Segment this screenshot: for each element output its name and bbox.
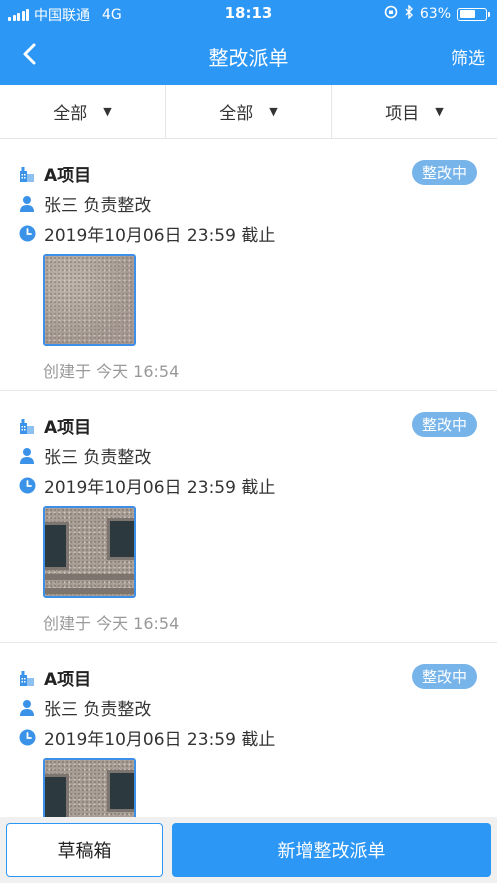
filter-button[interactable]: 筛选	[451, 44, 485, 69]
filter-label: 全部	[53, 104, 88, 124]
battery-icon	[457, 7, 490, 21]
building-facade-image	[45, 760, 134, 817]
status-badge: 整改中	[411, 664, 477, 689]
battery-percent: 63%	[419, 6, 451, 22]
order-list: A项目 整改中 张三 负责整改 2019年10月06日 23:59 截止 创建于…	[0, 139, 497, 817]
project-building-icon	[18, 417, 36, 435]
page-title: 整改派单	[208, 46, 289, 70]
project-name: A项目	[44, 670, 92, 690]
app-header: 中国联通 4G 18:13 63% 整改派单 筛选	[0, 0, 497, 85]
person-icon	[18, 447, 36, 465]
project-name: A项目	[44, 418, 92, 438]
deadline-text: 2019年10月06日 23:59 截止	[44, 478, 276, 498]
nav-bar: 整改派单 筛选	[0, 28, 497, 85]
project-building-icon	[18, 165, 36, 183]
project-name: A项目	[44, 166, 92, 186]
caret-down-icon: ▼	[435, 105, 444, 118]
clock-icon	[18, 477, 36, 495]
caret-down-icon: ▼	[269, 105, 278, 118]
filter-label: 项目	[385, 104, 420, 124]
order-card[interactable]: A项目 整改中 张三 负责整改 2019年10月06日 23:59 截止	[0, 643, 497, 817]
responsible-text: 张三 负责整改	[44, 448, 152, 468]
issue-photo-thumbnail[interactable]	[43, 506, 136, 598]
order-card[interactable]: A项目 整改中 张三 负责整改 2019年10月06日 23:59 截止 创建于…	[0, 391, 497, 643]
caret-down-icon: ▼	[103, 105, 112, 118]
status-badge: 整改中	[411, 412, 477, 437]
issue-photo-thumbnail[interactable]	[43, 254, 136, 346]
filter-dropdown-project[interactable]: 项目 ▼	[332, 85, 497, 138]
building-facade-image	[45, 508, 134, 596]
responsible-text: 张三 负责整改	[44, 700, 152, 720]
bluetooth-icon	[404, 4, 414, 23]
new-order-button[interactable]: 新增整改派单	[172, 823, 491, 877]
filter-dropdown-1[interactable]: 全部 ▼	[0, 85, 166, 138]
wall-texture-image	[45, 256, 134, 344]
status-badge: 整改中	[411, 160, 477, 185]
status-bar: 中国联通 4G 18:13 63%	[0, 0, 497, 28]
deadline-text: 2019年10月06日 23:59 截止	[44, 730, 276, 750]
issue-photo-thumbnail[interactable]	[43, 758, 136, 817]
filter-label: 全部	[219, 104, 254, 124]
clock-icon	[18, 225, 36, 243]
person-icon	[18, 195, 36, 213]
clock-icon	[18, 729, 36, 747]
created-time: 创建于 今天 16:54	[43, 614, 180, 633]
filter-dropdown-2[interactable]: 全部 ▼	[166, 85, 332, 138]
project-building-icon	[18, 669, 36, 687]
created-time: 创建于 今天 16:54	[43, 362, 180, 381]
deadline-text: 2019年10月06日 23:59 截止	[44, 226, 276, 246]
bottom-action-bar: 草稿箱 新增整改派单	[0, 817, 497, 883]
filter-bar: 全部 ▼ 全部 ▼ 项目 ▼	[0, 85, 497, 139]
responsible-text: 张三 负责整改	[44, 196, 152, 216]
order-card[interactable]: A项目 整改中 张三 负责整改 2019年10月06日 23:59 截止 创建于…	[0, 139, 497, 391]
person-icon	[18, 699, 36, 717]
orientation-lock-icon	[384, 5, 398, 23]
drafts-button[interactable]: 草稿箱	[6, 823, 163, 877]
